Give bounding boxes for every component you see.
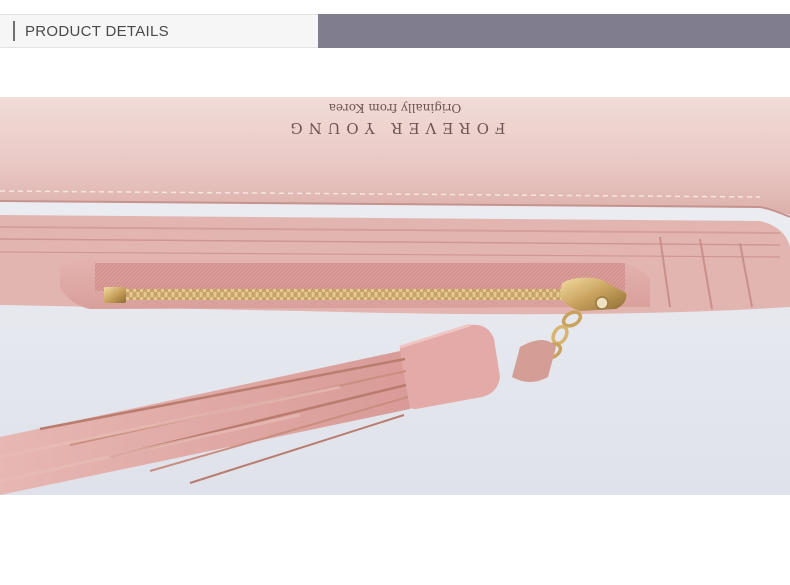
section-header: PRODUCT DETAILS (0, 14, 790, 48)
brand-text: FOREVER YOUNG (285, 119, 506, 137)
section-header-label-area: PRODUCT DETAILS (0, 14, 318, 48)
header-accent-bar (318, 14, 790, 48)
section-title: PRODUCT DETAILS (25, 22, 169, 40)
product-photo: FOREVER YOUNG Originally from Korea (0, 97, 790, 495)
wallet-closeup-image: FOREVER YOUNG Originally from Korea (0, 97, 790, 495)
zipper-tape (95, 263, 625, 291)
zipper-teeth (110, 289, 580, 300)
zipper-end-stop (104, 287, 126, 303)
tagline-text: Originally from Korea (329, 101, 462, 115)
header-divider (13, 21, 15, 41)
